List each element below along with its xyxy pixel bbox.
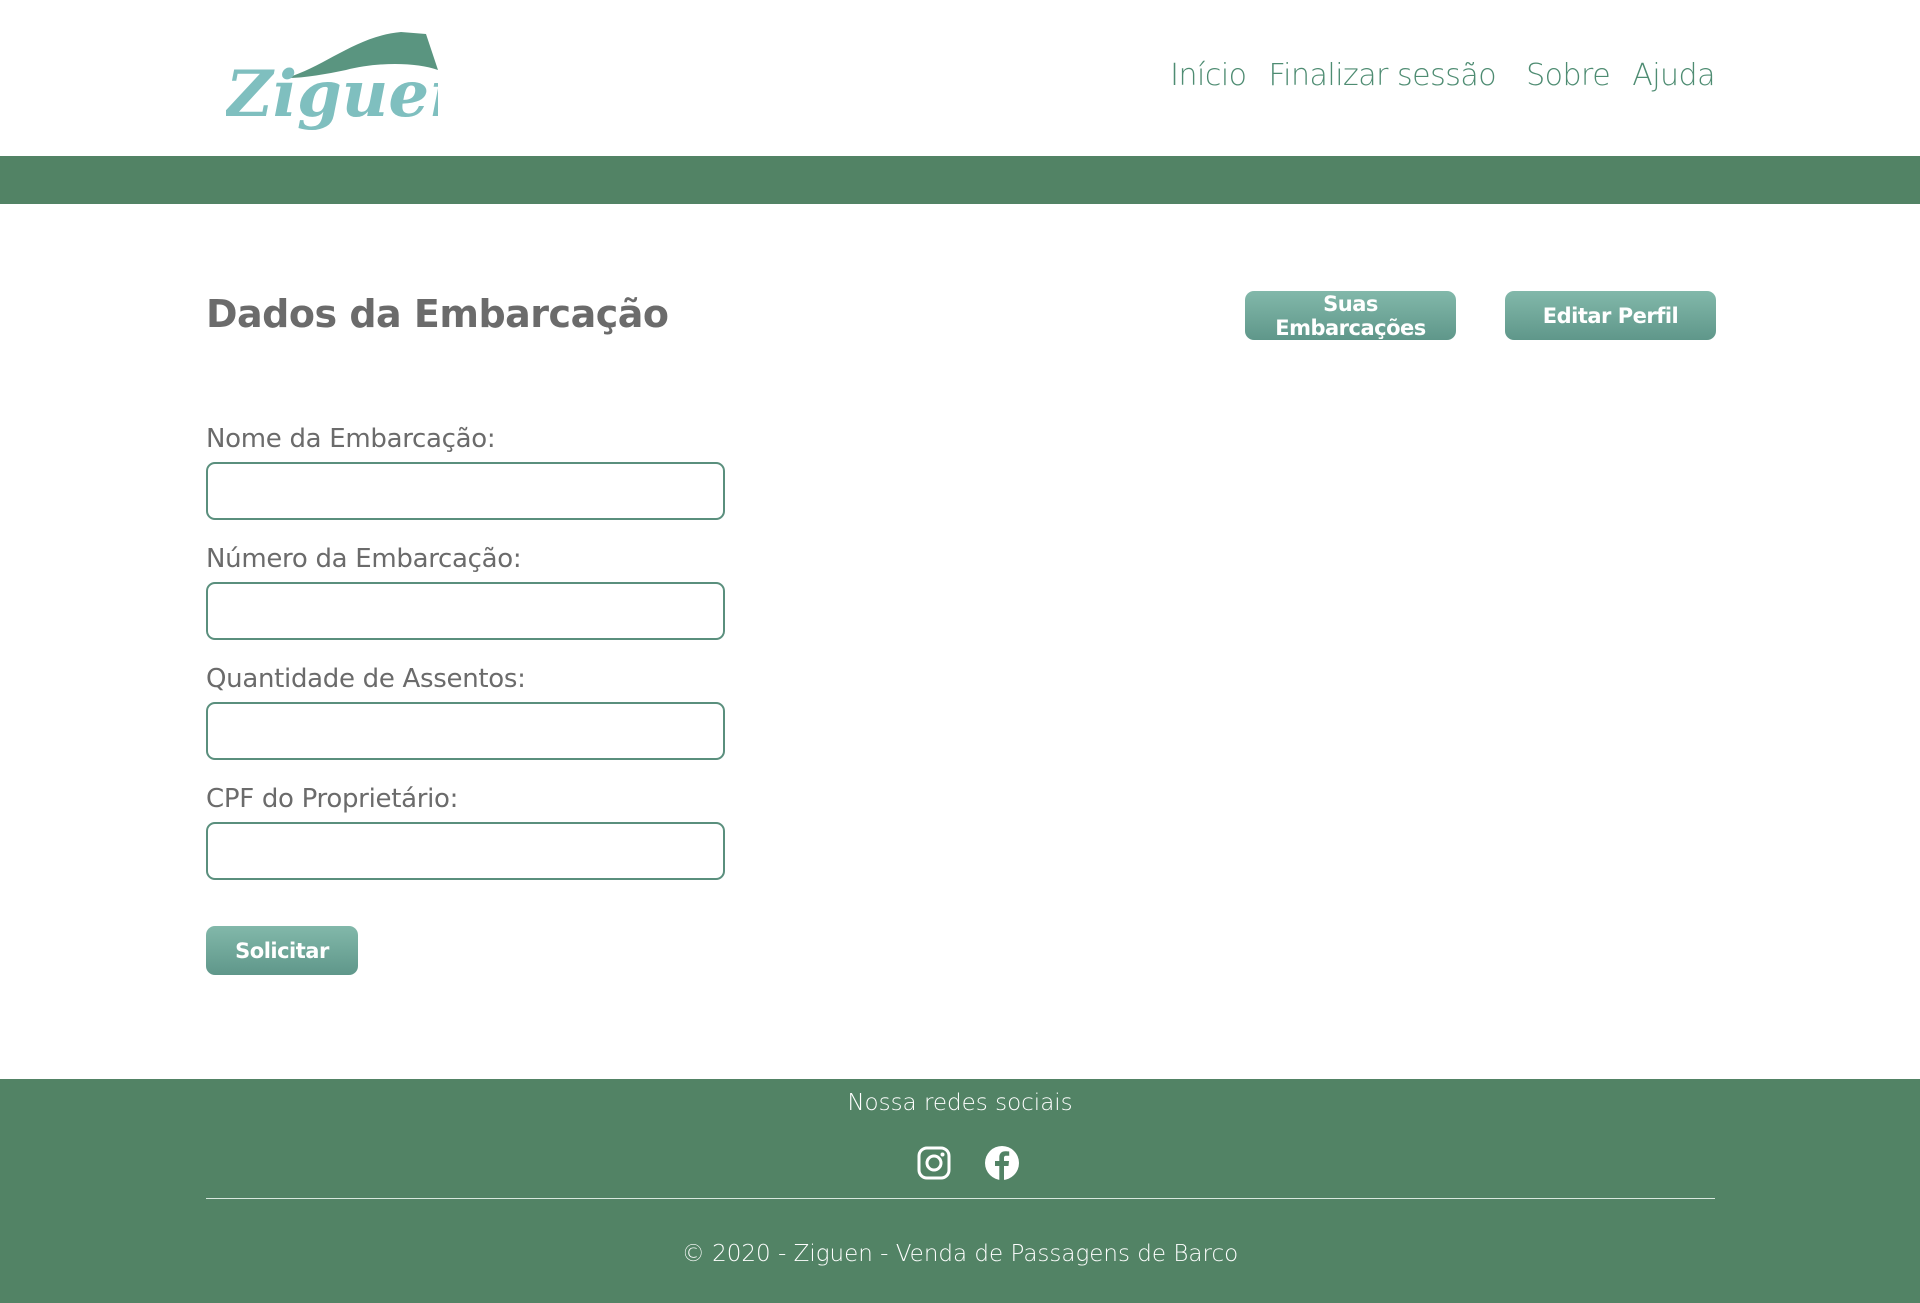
- numero-embarcacao-input[interactable]: [206, 582, 725, 640]
- quantidade-assentos-input[interactable]: [206, 702, 725, 760]
- logo-wordmark: Ziguen: [226, 57, 438, 132]
- footer-divider: [206, 1198, 1715, 1199]
- numero-embarcacao-label: Número da Embarcação:: [206, 544, 522, 574]
- suas-embarcacoes-button[interactable]: Suas Embarcações: [1245, 291, 1456, 340]
- footer-social-title: Nossa redes sociais: [847, 1090, 1073, 1116]
- page: Ziguen Início Finalizar sessão Sobre Aju…: [0, 0, 1920, 1303]
- solicitar-button[interactable]: Solicitar: [206, 926, 358, 975]
- site-header: Ziguen Início Finalizar sessão Sobre Aju…: [0, 0, 1920, 156]
- quantidade-assentos-label: Quantidade de Assentos:: [206, 664, 526, 694]
- nome-embarcacao-label: Nome da Embarcação:: [206, 424, 496, 454]
- nav-finalizar-sessao[interactable]: Finalizar sessão: [1269, 58, 1497, 93]
- nav-inicio[interactable]: Início: [1170, 58, 1247, 93]
- page-title: Dados da Embarcação: [206, 292, 669, 336]
- cpf-proprietario-label: CPF do Proprietário:: [206, 784, 459, 814]
- main-nav: Início Finalizar sessão Sobre Ajuda: [1170, 58, 1715, 93]
- footer-copyright: © 2020 - Ziguen - Venda de Passagens de …: [681, 1241, 1239, 1267]
- ziguen-logo[interactable]: Ziguen: [226, 26, 438, 144]
- instagram-icon[interactable]: [916, 1145, 952, 1181]
- nav-sobre[interactable]: Sobre: [1526, 58, 1611, 93]
- facebook-icon[interactable]: [984, 1145, 1020, 1181]
- nome-embarcacao-input[interactable]: [206, 462, 725, 520]
- nav-ajuda[interactable]: Ajuda: [1632, 58, 1715, 93]
- editar-perfil-button[interactable]: Editar Perfil: [1505, 291, 1716, 340]
- cpf-proprietario-input[interactable]: [206, 822, 725, 880]
- header-band: [0, 156, 1920, 204]
